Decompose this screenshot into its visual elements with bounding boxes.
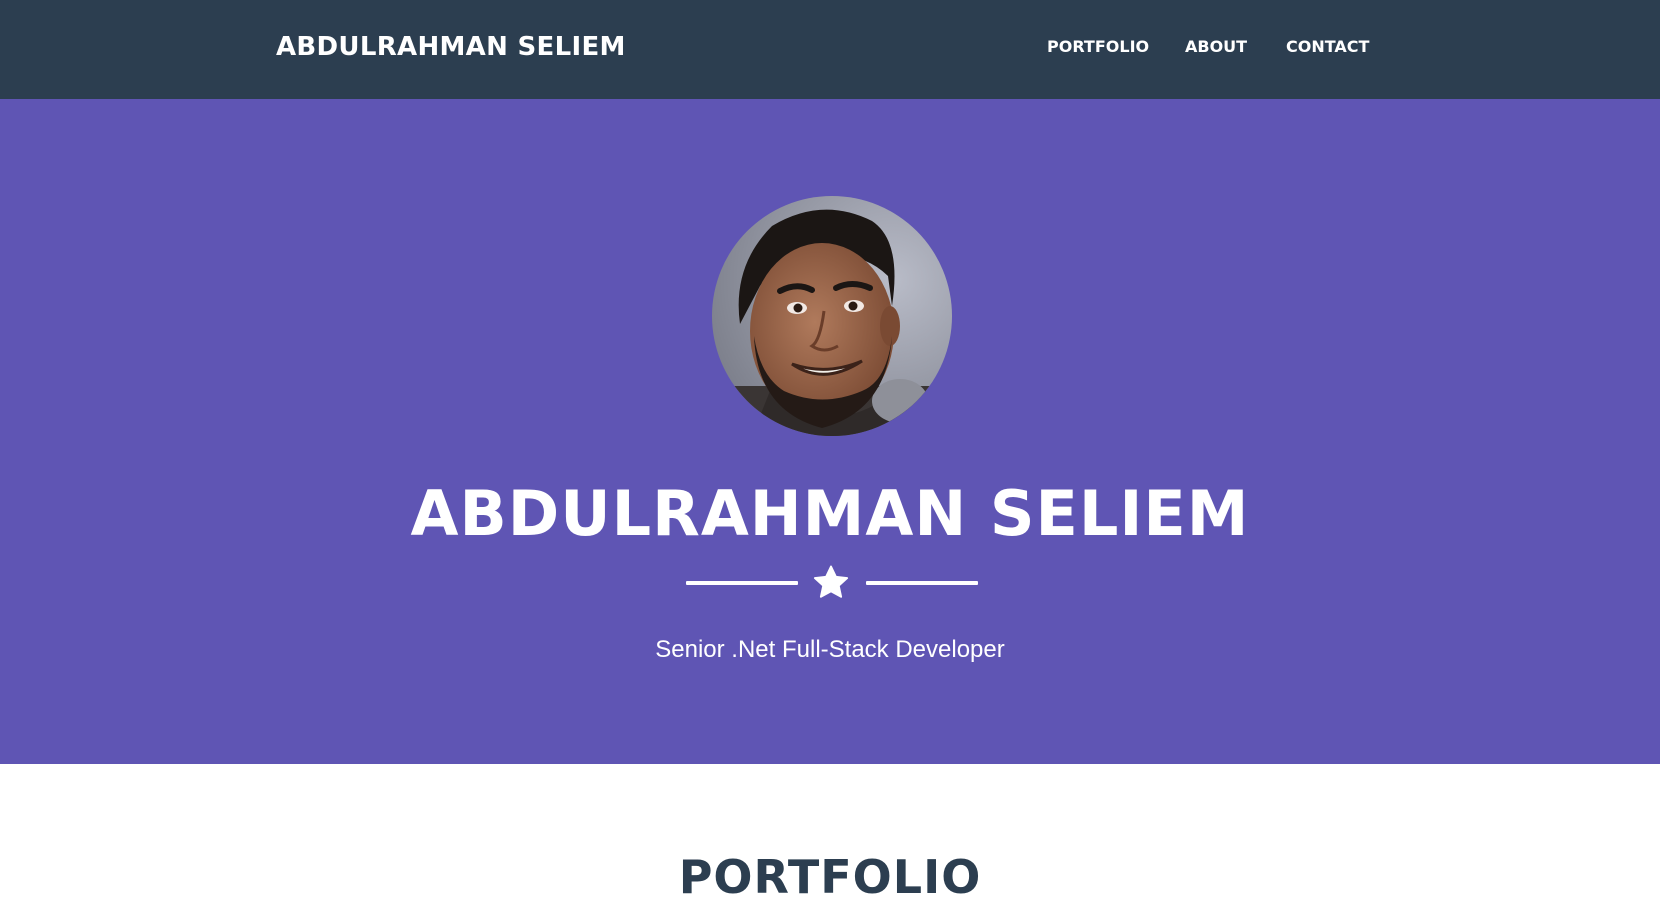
nav-link-portfolio[interactable]: PORTFOLIO [1047, 37, 1149, 56]
brand-link[interactable]: ABDULRAHMAN SELIEM [276, 32, 626, 62]
hero-title: ABDULRAHMAN SELIEM [410, 477, 1250, 550]
profile-photo-illustration [712, 196, 952, 436]
masthead: ABDULRAHMAN SELIEM Senior .Net Full-Stac… [0, 99, 1660, 764]
nav-link-contact[interactable]: CONTACT [1286, 37, 1369, 56]
nav-link-about[interactable]: ABOUT [1185, 37, 1247, 56]
portfolio-heading: PORTFOLIO [678, 850, 982, 904]
divider-line-left [686, 581, 798, 585]
hero-subtitle: Senior .Net Full-Stack Developer [655, 636, 1005, 663]
top-navbar: ABDULRAHMAN SELIEM PORTFOLIO ABOUT CONTA… [0, 0, 1660, 99]
divider-line-right [866, 581, 978, 585]
star-icon [813, 565, 849, 598]
profile-avatar [712, 196, 952, 436]
